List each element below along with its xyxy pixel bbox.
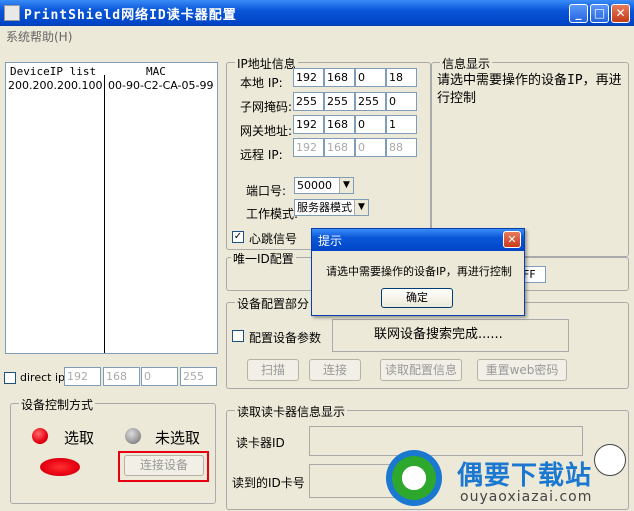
- port-select[interactable]: 50000 ▼: [294, 177, 354, 194]
- direct-ip-octet-3[interactable]: 0: [141, 367, 178, 386]
- reset-web-password-button[interactable]: 重置web密码: [477, 359, 567, 381]
- subnet-octet-4[interactable]: 0: [386, 92, 417, 111]
- title-bar[interactable]: PrintShield网络ID读卡器配置 _ □ ✕: [0, 0, 634, 26]
- status-led-icon: [40, 458, 80, 476]
- control-method-legend: 设备控制方式: [19, 396, 96, 413]
- mode-label: 工作模式:: [246, 207, 299, 221]
- gateway-label: 网关地址:: [240, 124, 293, 138]
- prompt-dialog: 提示 ✕ 请选中需要操作的设备IP，再进行控制 确定: [311, 228, 525, 316]
- unselected-indicator-icon: [125, 428, 141, 444]
- remote-ip-octet-4[interactable]: 88: [386, 138, 417, 157]
- gateway-octet-2[interactable]: 168: [324, 115, 355, 134]
- minimize-icon: _: [575, 6, 582, 20]
- direct-ip-octet-2[interactable]: 168: [103, 367, 140, 386]
- heartbeat-label: 心跳信号: [249, 232, 298, 246]
- direct-ip-label: direct ip: [20, 371, 65, 384]
- connect-button[interactable]: 连接: [309, 359, 361, 381]
- unselected-label: 未选取: [155, 429, 201, 447]
- chevron-down-icon[interactable]: ▼: [339, 178, 353, 193]
- maximize-icon: □: [593, 6, 606, 20]
- dialog-title-bar[interactable]: 提示 ✕: [312, 229, 524, 251]
- port-value: 50000: [297, 179, 332, 192]
- local-ip-octet-4[interactable]: 18: [386, 68, 417, 87]
- watermark-logo-icon: [386, 450, 442, 506]
- gateway-octet-4[interactable]: 1: [386, 115, 417, 134]
- card-id-label: 读到的ID卡号: [232, 476, 305, 490]
- config-params-label: 配置设备参数: [249, 331, 322, 345]
- remote-ip-label: 远程 IP:: [240, 148, 283, 162]
- info-display-legend: 信息显示: [440, 55, 493, 72]
- search-status-text: 联网设备搜索完成......: [374, 327, 503, 342]
- window-title: PrintShield网络ID读卡器配置: [24, 8, 237, 23]
- selected-label: 选取: [64, 429, 95, 447]
- scan-button[interactable]: 扫描: [247, 359, 299, 381]
- direct-ip-octet-1[interactable]: 192: [64, 367, 101, 386]
- remote-ip-octet-1[interactable]: 192: [293, 138, 324, 157]
- local-ip-octet-1[interactable]: 192: [293, 68, 324, 87]
- watermark-url: ouyaoxiazai.com: [460, 489, 593, 505]
- maximize-button[interactable]: □: [590, 4, 609, 23]
- subnet-octet-2[interactable]: 255: [324, 92, 355, 111]
- local-ip-label: 本地 IP:: [240, 76, 283, 90]
- reader-id-label: 读卡器ID: [236, 436, 285, 450]
- dialog-title: 提示: [318, 234, 343, 248]
- ip-info-legend: IP地址信息: [235, 55, 298, 72]
- device-ip-list[interactable]: DeviceIP list MAC 200.200.200.100 00-90-…: [5, 62, 218, 354]
- dialog-close-icon[interactable]: ✕: [503, 231, 521, 248]
- watermark-brand: 偶要下载站: [457, 461, 593, 491]
- config-params-checkbox[interactable]: [232, 330, 244, 342]
- port-label: 端口号:: [246, 184, 287, 198]
- remote-ip-octet-3[interactable]: 0: [355, 138, 386, 157]
- heartbeat-checkbox[interactable]: ✓: [232, 231, 244, 243]
- unique-id-legend: 唯一ID配置: [231, 250, 296, 267]
- menu-bar: 系统帮助(H): [0, 26, 634, 44]
- subnet-octet-1[interactable]: 255: [293, 92, 324, 111]
- reader-id-field[interactable]: [309, 426, 583, 456]
- selected-indicator-icon: [32, 428, 48, 444]
- subnet-label: 子网掩码:: [240, 100, 293, 114]
- list-header-ip: DeviceIP list: [10, 65, 97, 78]
- list-item-ip[interactable]: 200.200.200.100: [8, 79, 102, 92]
- minimize-button[interactable]: _: [569, 4, 588, 23]
- chevron-down-icon[interactable]: ▼: [354, 200, 368, 215]
- local-ip-octet-2[interactable]: 168: [324, 68, 355, 87]
- app-icon: [4, 5, 20, 21]
- gateway-octet-3[interactable]: 0: [355, 115, 386, 134]
- main-window: PrintShield网络ID读卡器配置 _ □ ✕ 系统帮助(H) Devic…: [0, 0, 634, 511]
- dialog-ok-button[interactable]: 确定: [381, 288, 453, 308]
- local-ip-octet-3[interactable]: 0: [355, 68, 386, 87]
- menu-help[interactable]: 系统帮助(H): [6, 28, 72, 45]
- reader-info-legend: 读取读卡器信息显示: [235, 403, 348, 420]
- read-config-button[interactable]: 读取配置信息: [380, 359, 462, 381]
- list-column-divider: [104, 75, 105, 353]
- gateway-octet-1[interactable]: 192: [293, 115, 324, 134]
- close-button[interactable]: ✕: [611, 4, 630, 23]
- mode-value: 服务器模式: [297, 201, 352, 214]
- device-config-legend: 设备配置部分: [235, 295, 312, 312]
- subnet-octet-3[interactable]: 255: [355, 92, 386, 111]
- close-icon: ✕: [615, 6, 626, 20]
- mode-select[interactable]: 服务器模式 ▼: [294, 199, 369, 216]
- direct-ip-checkbox[interactable]: [4, 372, 16, 384]
- info-display-text: 请选中需要操作的设备IP，再进行控制: [437, 73, 622, 106]
- dialog-message: 请选中需要操作的设备IP，再进行控制: [326, 265, 512, 278]
- remote-ip-octet-2[interactable]: 168: [324, 138, 355, 157]
- indicator-circle-icon: [594, 444, 626, 476]
- list-item-mac[interactable]: 00-90-C2-CA-05-99: [108, 79, 213, 92]
- direct-ip-octet-4[interactable]: 255: [180, 367, 217, 386]
- list-header-mac: MAC: [146, 65, 166, 78]
- connect-device-button[interactable]: 连接设备: [124, 455, 204, 476]
